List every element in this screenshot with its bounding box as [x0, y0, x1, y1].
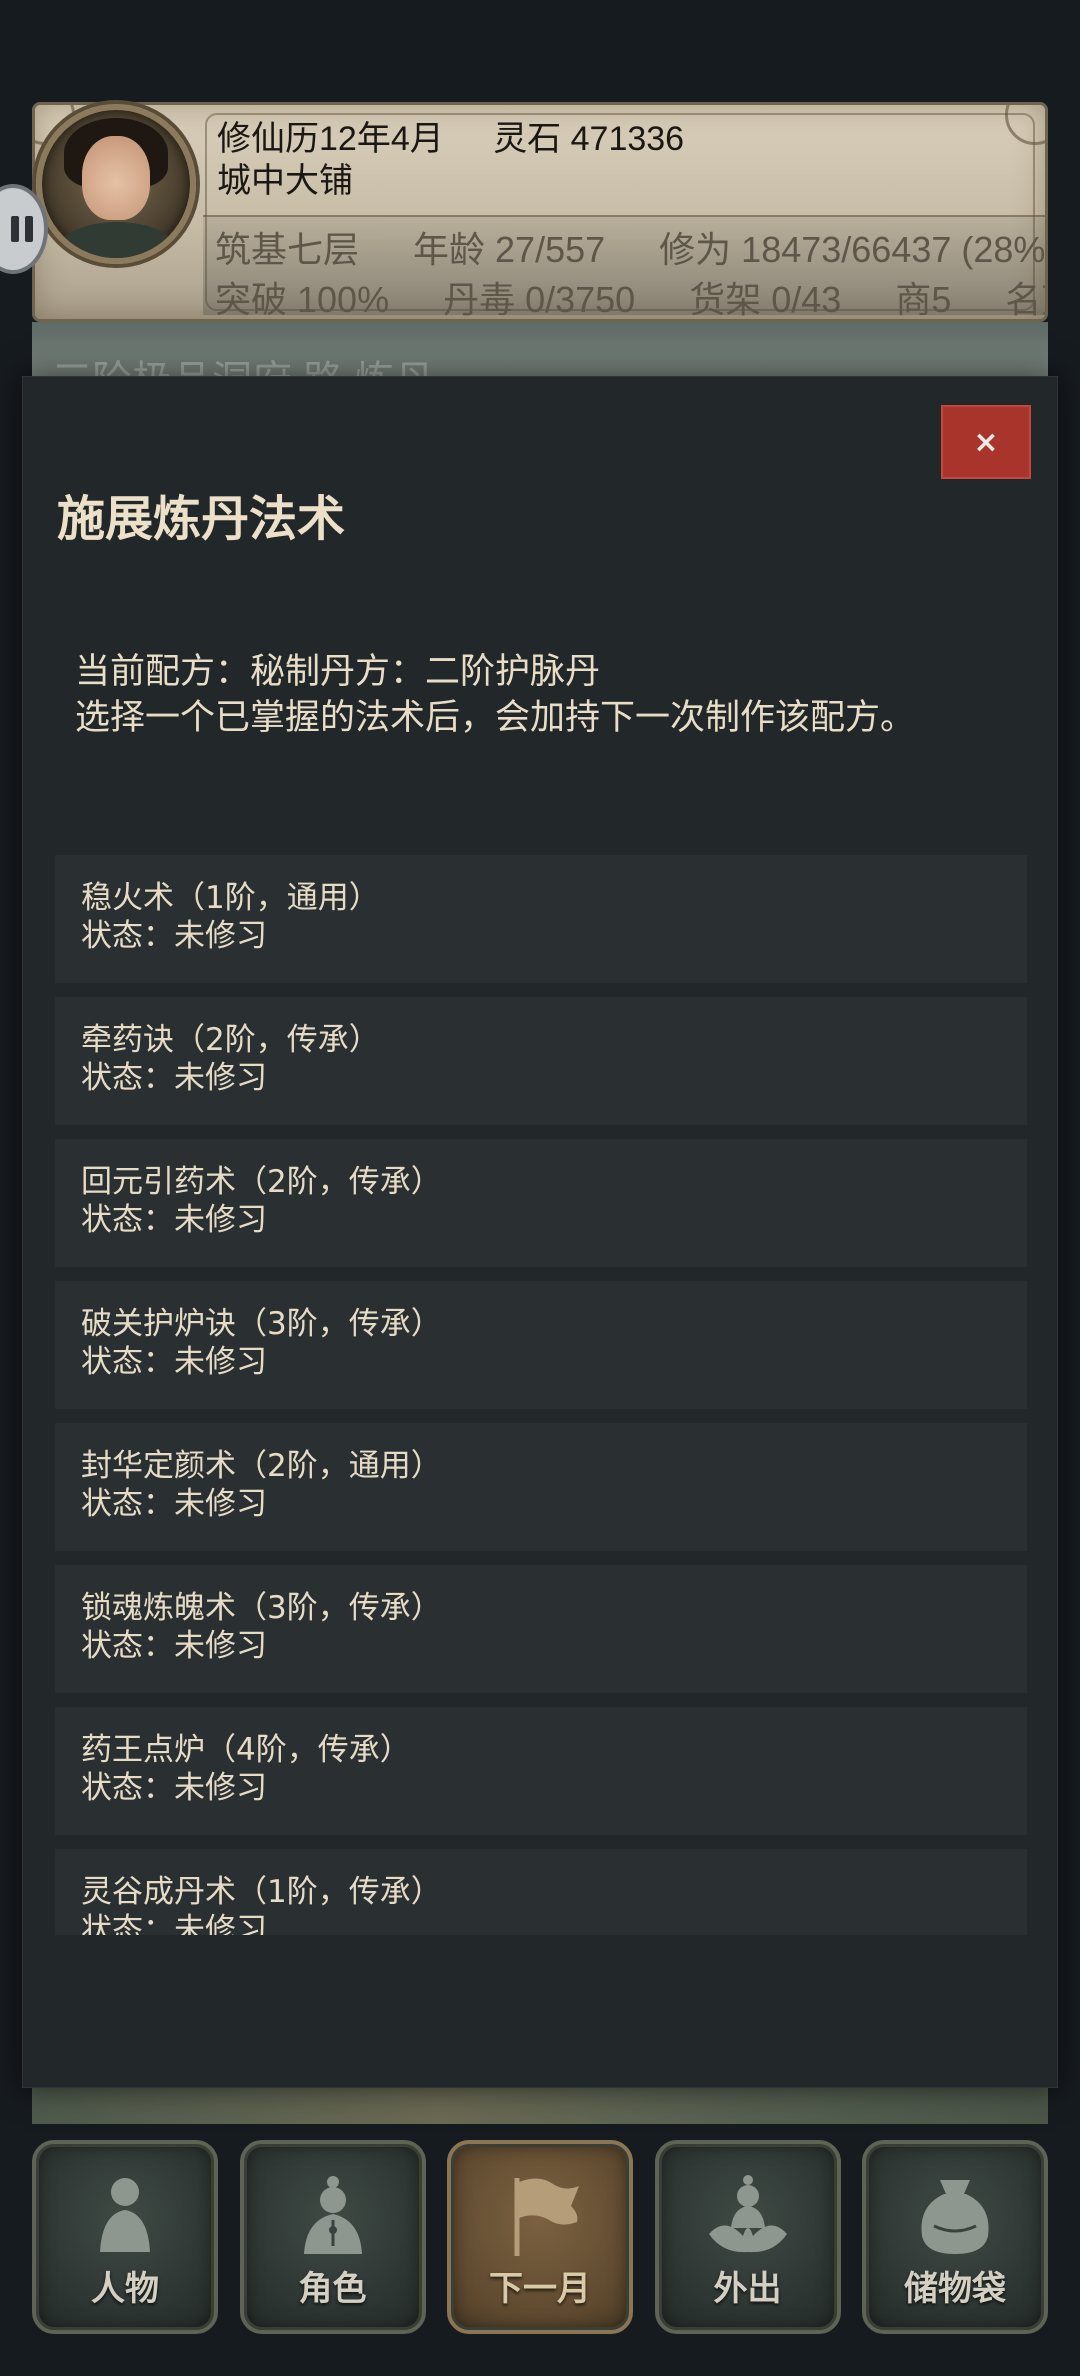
close-button[interactable]: ×	[941, 405, 1031, 479]
bottom-nav: 人物 角色 下一月 外出 储物袋	[32, 2140, 1048, 2334]
avatar-face	[82, 136, 150, 220]
spell-status: 状态：未修习	[81, 918, 267, 954]
scene-backdrop-top: 三阶极品洞府 路 炼丹	[32, 322, 1048, 378]
spell-status: 状态：未修习	[81, 1344, 267, 1380]
scene-backdrop-bottom	[32, 2088, 1048, 2124]
breakthrough-stat: 突破 100%	[215, 279, 390, 320]
current-recipe: 当前配方：秘制丹方：二阶护脉丹	[75, 652, 601, 692]
spell-status: 状态：未修习	[81, 1912, 267, 1935]
nav-label: 储物袋	[904, 2269, 1006, 2309]
spell-name: 封华定颜术（2阶，通用）	[81, 1448, 442, 1484]
cultivation-realm: 筑基七层	[215, 229, 360, 270]
dialog-title: 施展炼丹法术	[57, 491, 346, 547]
spell-status: 状态：未修习	[81, 1060, 267, 1096]
spirit-stone-count: 灵石 471336	[493, 120, 685, 158]
spell-name: 牵药诀（2阶，传承）	[81, 1022, 380, 1058]
reputation-stat: 名望	[1005, 279, 1045, 320]
nav-label: 角色	[298, 2269, 367, 2309]
spell-status: 状态：未修习	[81, 1202, 267, 1238]
spell-item[interactable]: 破关护炉诀（3阶，传承） 状态：未修习	[55, 1281, 1027, 1409]
spell-item[interactable]: 药王点炉（4阶，传承） 状态：未修习	[55, 1707, 1027, 1835]
spell-item[interactable]: 封华定颜术（2阶，通用） 状态：未修习	[55, 1423, 1027, 1551]
spell-status: 状态：未修习	[81, 1770, 267, 1806]
nav-role-button[interactable]: 角色	[239, 2140, 426, 2334]
pill-toxicity-stat: 丹毒 0/3750	[443, 279, 636, 320]
cultivation-progress: 修为 18473/66437 (28%	[659, 229, 1046, 270]
age-stat: 年龄 27/557	[413, 229, 606, 270]
nav-outing-button[interactable]: 外出	[654, 2140, 841, 2334]
spell-item[interactable]: 锁魂炼魄术（3阶，传承） 状态：未修习	[55, 1565, 1027, 1693]
spell-item[interactable]: 灵谷成丹术（1阶，传承） 状态：未修习	[55, 1849, 1027, 1935]
alchemy-spell-dialog: × 施展炼丹法术 当前配方：秘制丹方：二阶护脉丹 选择一个已掌握的法术后，会加持…	[22, 376, 1058, 2088]
nav-next-month-button[interactable]: 下一月	[447, 2140, 633, 2334]
nav-label: 人物	[91, 2269, 159, 2309]
spell-name: 回元引药术（2阶，传承）	[81, 1164, 442, 1200]
spell-item[interactable]: 回元引药术（2阶，传承） 状态：未修习	[55, 1139, 1027, 1267]
nav-storage-bag-button[interactable]: 储物袋	[862, 2140, 1048, 2334]
spell-list[interactable]: 稳火术（1阶，通用） 状态：未修习 牵药诀（2阶，传承） 状态：未修习 回元引药…	[55, 855, 1027, 1935]
recipe-description: 当前配方：秘制丹方：二阶护脉丹 选择一个已掌握的法术后，会加持下一次制作该配方。	[75, 649, 915, 741]
bag-icon	[921, 2180, 989, 2254]
stats-row-1: 筑基七层 年龄 27/557 修为 18473/66437 (28%	[215, 221, 1046, 273]
spell-name: 药王点炉（4阶，传承）	[81, 1732, 411, 1768]
stats-row-2: 突破 100% 丹毒 0/3750 货架 0/43 商5 名望	[215, 271, 1045, 320]
pause-icon	[11, 216, 19, 242]
merchant-level: 商5	[895, 279, 952, 320]
person-icon	[100, 2178, 150, 2252]
nav-label: 下一月	[489, 2269, 591, 2309]
spell-name: 灵谷成丹术（1阶，传承）	[81, 1874, 442, 1910]
spell-status: 状态：未修习	[81, 1628, 267, 1664]
flag-icon	[514, 2178, 579, 2256]
nav-person-button[interactable]: 人物	[32, 2140, 218, 2334]
avatar[interactable]	[36, 104, 196, 264]
robed-figure-icon	[303, 2176, 362, 2254]
spell-status: 状态：未修习	[81, 1486, 267, 1522]
location-label: 城中大铺	[217, 162, 353, 200]
lotus-figure-icon	[708, 2175, 787, 2253]
spell-item[interactable]: 稳火术（1阶，通用） 状态：未修习	[55, 855, 1027, 983]
spell-name: 稳火术（1阶，通用）	[81, 880, 380, 916]
spell-item[interactable]: 牵药诀（2阶，传承） 状态：未修习	[55, 997, 1027, 1125]
spell-name: 锁魂炼魄术（3阶，传承）	[81, 1590, 442, 1626]
scene-title: 三阶极品洞府 路 炼丹	[52, 348, 434, 378]
spell-name: 破关护炉诀（3阶，传承）	[81, 1306, 442, 1342]
nav-label: 外出	[713, 2269, 782, 2309]
shelf-stat: 货架 0/43	[689, 279, 842, 320]
avatar-robe	[56, 222, 178, 258]
spell-hint: 选择一个已掌握的法术后，会加持下一次制作该配方。	[75, 698, 916, 738]
